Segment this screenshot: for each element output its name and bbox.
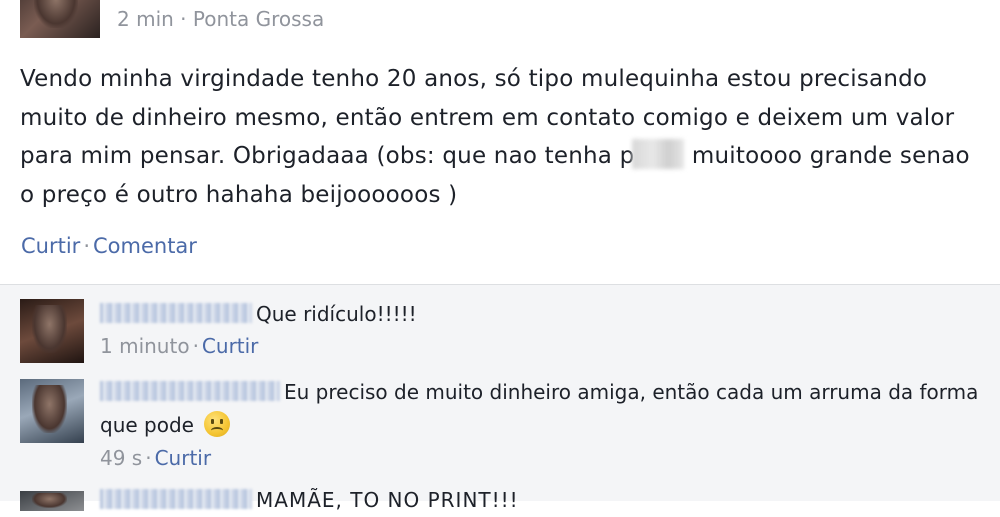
like-link[interactable]: Curtir — [21, 234, 80, 258]
separator: · — [145, 446, 152, 470]
comment-meta: 1 minuto · Curtir — [100, 334, 258, 358]
comment-meta: 49 s · Curtir — [100, 446, 211, 470]
post-location[interactable]: Ponta Grossa — [193, 7, 324, 31]
post-card: 2 min · Ponta Grossa Vendo minha virgind… — [0, 0, 1000, 284]
post-actions: Curtir · Comentar — [21, 234, 197, 258]
comment-text: Eu preciso de muito dinheiro amiga, entã… — [100, 376, 980, 442]
separator: · — [173, 7, 193, 31]
censored-word — [632, 139, 685, 169]
separator: · — [83, 234, 90, 258]
post-meta: 2 min · Ponta Grossa — [117, 7, 324, 31]
author-avatar[interactable] — [20, 0, 100, 38]
comment-body: MAMÃE, TO NO PRINT!!! — [256, 488, 519, 512]
comments-section: Que ridículo!!!!! 1 minuto · Curtir Eu pre… — [0, 284, 1000, 512]
comment-body: Que ridículo!!!!! — [256, 302, 417, 326]
commenter-avatar[interactable] — [20, 299, 84, 363]
commenter-name-blurred[interactable] — [100, 489, 252, 509]
post-time[interactable]: 2 min — [117, 7, 174, 31]
comment-time[interactable]: 1 minuto — [100, 334, 190, 358]
commenter-avatar[interactable] — [20, 379, 84, 443]
sad-face-icon — [204, 411, 231, 437]
commenter-name-blurred[interactable] — [100, 381, 280, 401]
comment-text: Que ridículo!!!!! — [100, 298, 980, 331]
commenter-avatar[interactable] — [20, 491, 84, 511]
comment-like-link[interactable]: Curtir — [202, 334, 258, 358]
comment-like-link[interactable]: Curtir — [155, 446, 211, 470]
post-text: Vendo minha virgindade tenho 20 anos, só… — [20, 60, 980, 214]
comment-time[interactable]: 49 s — [100, 446, 142, 470]
separator: · — [192, 334, 199, 358]
commenter-name-blurred[interactable] — [100, 303, 252, 323]
comment-link[interactable]: Comentar — [93, 234, 197, 258]
comment-text: MAMÃE, TO NO PRINT!!! — [100, 484, 980, 517]
